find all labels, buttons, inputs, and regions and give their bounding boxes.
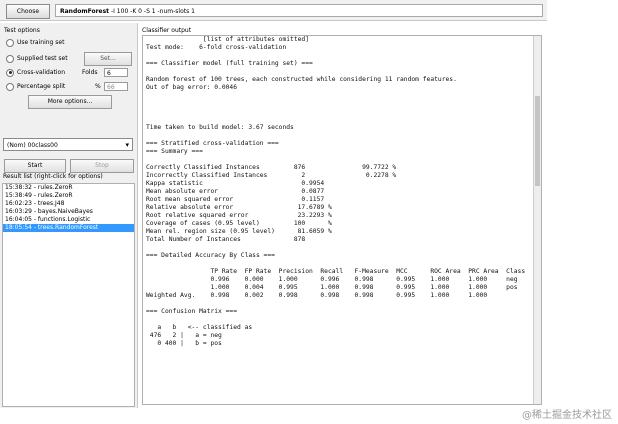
- result-list-item[interactable]: 16:03:29 - bayes.NaiveBayes: [3, 208, 134, 216]
- cross-validation-option[interactable]: Cross-validation: [6, 67, 65, 78]
- classifier-bar: Choose RandomForest -I 100 -K 0 -S 1 -nu…: [0, 0, 547, 21]
- vertical-scrollbar[interactable]: [533, 36, 541, 404]
- radio-selected-icon[interactable]: [6, 68, 14, 77]
- classifier-name: RandomForest: [60, 8, 110, 15]
- left-panel: Test options Use training set Supplied t…: [0, 23, 138, 408]
- percentage-input[interactable]: 66: [104, 82, 128, 91]
- percent-symbol: %: [95, 83, 101, 90]
- classifier-output-title: Classifier output: [142, 27, 192, 34]
- radio-icon[interactable]: [6, 38, 14, 47]
- more-options-button[interactable]: More options...: [28, 95, 112, 109]
- folds-input[interactable]: 6: [104, 68, 128, 77]
- classifier-output-text: [list of attributes omitted] Test mode: …: [146, 36, 526, 347]
- result-list-title: Result list (right-click for options): [3, 173, 103, 180]
- radio-icon[interactable]: [6, 54, 14, 63]
- use-training-set-option[interactable]: Use training set: [6, 37, 64, 48]
- scrollbar-thumb[interactable]: [535, 96, 540, 186]
- result-list-item[interactable]: 16:02:23 - trees.J48: [3, 200, 134, 208]
- percentage-split-option[interactable]: Percentage split: [6, 81, 65, 92]
- percentage-split-label: Percentage split: [17, 83, 66, 90]
- test-options-title: Test options: [4, 27, 40, 34]
- stop-button[interactable]: Stop: [70, 159, 134, 173]
- result-list-item[interactable]: 15:38:49 - rules.ZeroR: [3, 192, 134, 200]
- folds-label: Folds: [82, 69, 98, 76]
- supplied-test-set-option[interactable]: Supplied test set: [6, 53, 68, 64]
- use-training-set-label: Use training set: [17, 39, 65, 46]
- result-list-item[interactable]: 15:38:32 - rules.ZeroR: [3, 184, 134, 192]
- watermark-text: @稀土掘金技术社区: [522, 410, 612, 421]
- result-list-item[interactable]: 16:04:05 - functions.Logistic: [3, 216, 134, 224]
- class-attribute-value: (Nom) 00class00: [7, 142, 58, 149]
- result-list-item-selected[interactable]: 18:05:54 - trees.RandomForest: [3, 224, 134, 232]
- classifier-command-field[interactable]: RandomForest -I 100 -K 0 -S 1 -num-slots…: [55, 4, 543, 17]
- chevron-down-icon[interactable]: ▾: [125, 139, 129, 152]
- radio-icon[interactable]: [6, 82, 14, 91]
- classifier-output-panel: Classifier output [list of attributes om…: [140, 23, 547, 408]
- set-test-set-button[interactable]: Set...: [84, 52, 132, 66]
- classifier-args: -I 100 -K 0 -S 1 -num-slots 1: [109, 8, 195, 15]
- classifier-output-area[interactable]: [list of attributes omitted] Test mode: …: [142, 35, 542, 405]
- supplied-test-set-label: Supplied test set: [17, 55, 68, 62]
- class-attribute-select[interactable]: (Nom) 00class00 ▾: [3, 138, 133, 151]
- result-list: 15:38:32 - rules.ZeroR 15:38:49 - rules.…: [2, 183, 135, 407]
- cross-validation-label: Cross-validation: [17, 69, 65, 76]
- choose-button[interactable]: Choose: [6, 4, 50, 19]
- start-button[interactable]: Start: [4, 159, 66, 173]
